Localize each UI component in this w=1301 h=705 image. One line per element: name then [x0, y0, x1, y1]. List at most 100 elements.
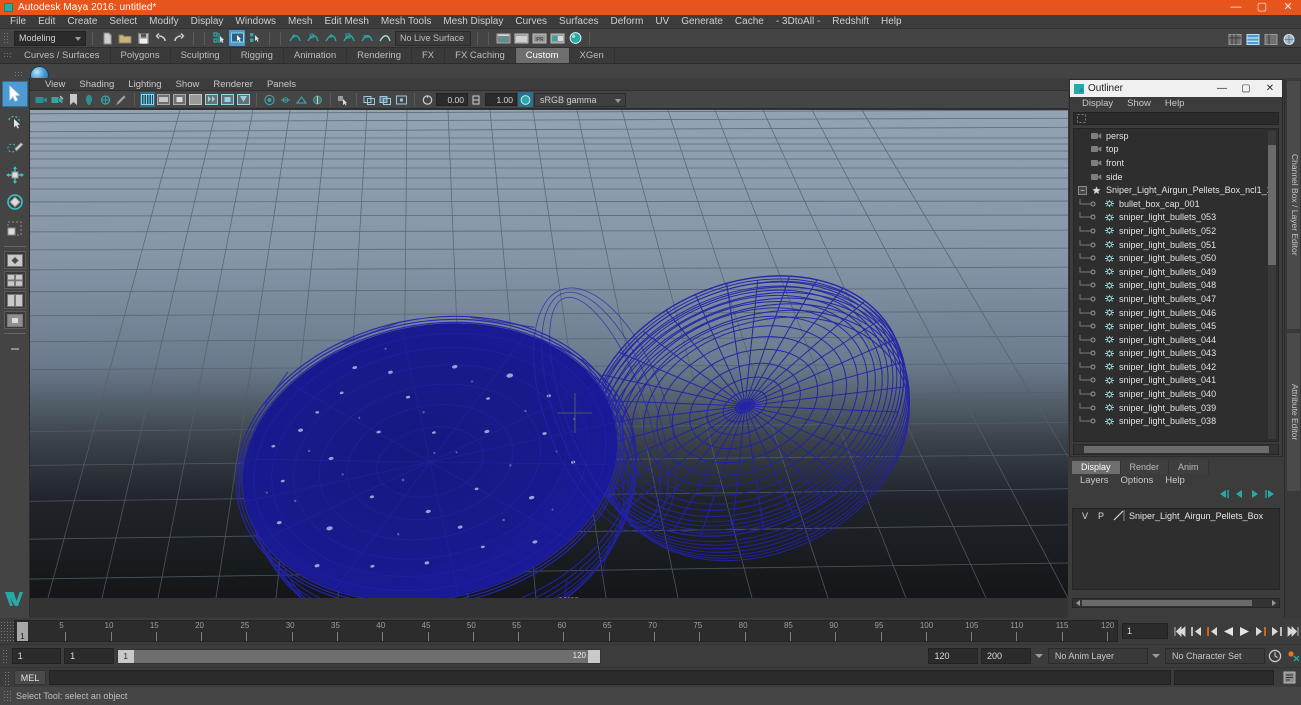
image-plane-icon[interactable]: [82, 92, 97, 107]
outliner-row[interactable]: sniper_light_bullets_047: [1074, 292, 1278, 306]
help-line-grip[interactable]: [3, 690, 12, 701]
outliner-horizontal-scrollbar[interactable]: [1073, 444, 1279, 455]
exposure-reset-icon[interactable]: [420, 92, 435, 107]
menu-mesh[interactable]: Mesh: [282, 15, 318, 29]
layer-name[interactable]: Sniper_Light_Airgun_Pellets_Box: [1129, 511, 1263, 521]
outliner-row[interactable]: sniper_light_bullets_038: [1074, 414, 1278, 428]
xray-icon[interactable]: [362, 92, 377, 107]
outliner-row[interactable]: sniper_light_bullets_046: [1074, 306, 1278, 320]
move-tool-icon[interactable]: [2, 162, 28, 188]
shelf-tab-polygons[interactable]: Polygons: [110, 48, 171, 63]
outliner-row[interactable]: persp: [1074, 129, 1278, 143]
select-object-icon[interactable]: [229, 30, 245, 46]
playback-end-field[interactable]: 200: [981, 648, 1031, 664]
vertical-tab-attribute-editor[interactable]: Attribute Editor: [1286, 332, 1301, 492]
channel-box-toggle-icon[interactable]: [1227, 31, 1243, 47]
rotate-tool-icon[interactable]: [2, 189, 28, 215]
viewport-menu-renderer[interactable]: Renderer: [206, 78, 260, 91]
move-layer-up-icon[interactable]: [1233, 489, 1245, 499]
menu-surfaces[interactable]: Surfaces: [553, 15, 604, 29]
xray-joints-icon[interactable]: [378, 92, 393, 107]
go-to-start-icon[interactable]: [1174, 625, 1187, 638]
menu-mesh-display[interactable]: Mesh Display: [437, 15, 509, 29]
outliner-close-button[interactable]: ✕: [1258, 80, 1282, 97]
script-editor-icon[interactable]: [1281, 670, 1297, 685]
anim-end-field[interactable]: 120: [928, 648, 979, 664]
outliner-row[interactable]: sniper_light_bullets_050: [1074, 251, 1278, 265]
shaded-wireframe-icon[interactable]: [172, 92, 187, 107]
wireframe-shading-icon[interactable]: [140, 92, 155, 107]
color-management-toggle-icon[interactable]: [518, 92, 533, 107]
outliner-menu-show[interactable]: Show: [1120, 97, 1158, 111]
redo-icon[interactable]: [171, 30, 187, 46]
exposure-field[interactable]: 0.00: [436, 93, 468, 106]
toolbar-grip[interactable]: [3, 31, 10, 45]
snap-grid-icon[interactable]: [287, 30, 303, 46]
command-language-button[interactable]: MEL: [14, 670, 46, 685]
time-slider[interactable]: 5 10 15 20 25 30 35 40 45 50 55 60 65 70 75 80 85 90 95 100…: [14, 620, 1118, 642]
scale-tool-icon[interactable]: [2, 216, 28, 242]
minimize-button[interactable]: —: [1223, 0, 1249, 15]
character-set-selector[interactable]: No Character Set: [1164, 648, 1265, 664]
step-forward-keyframe-icon[interactable]: [1270, 625, 1283, 638]
snap-point-icon[interactable]: [323, 30, 339, 46]
outliner-vertical-scroll-thumb[interactable]: [1268, 145, 1276, 265]
menu-help[interactable]: Help: [875, 15, 908, 29]
textured-icon[interactable]: [204, 92, 219, 107]
maximize-button[interactable]: ▢: [1249, 0, 1275, 15]
play-forwards-icon[interactable]: [1238, 625, 1251, 638]
animation-preferences-icon[interactable]: [1286, 648, 1301, 664]
quick-layout-split-vertical[interactable]: [3, 291, 26, 309]
outliner-row[interactable]: sniper_light_bullets_042: [1074, 360, 1278, 374]
time-slider-grip[interactable]: [0, 621, 14, 641]
outliner-row[interactable]: top: [1074, 143, 1278, 157]
depth-of-field-icon[interactable]: [310, 92, 325, 107]
layer-list-scroll-thumb[interactable]: [1082, 600, 1252, 606]
motion-blur-icon[interactable]: [278, 92, 293, 107]
select-hierarchy-icon[interactable]: [211, 30, 227, 46]
quick-layout-single-perspective[interactable]: [3, 251, 26, 269]
shelf-tab-fx[interactable]: FX: [412, 48, 446, 63]
shelf-tab-sculpting[interactable]: Sculpting: [170, 48, 231, 63]
snap-projected-icon[interactable]: [341, 30, 357, 46]
menu-uv[interactable]: UV: [649, 15, 675, 29]
menu-display[interactable]: Display: [185, 15, 230, 29]
current-frame-field[interactable]: 1: [1122, 623, 1168, 639]
snap-view-plane-icon[interactable]: [359, 30, 375, 46]
smooth-shade-all-icon[interactable]: [156, 92, 171, 107]
outliner-menu-display[interactable]: Display: [1075, 97, 1120, 111]
menu-edit[interactable]: Edit: [32, 15, 61, 29]
outliner-row[interactable]: sniper_light_bullets_041: [1074, 374, 1278, 388]
menu-select[interactable]: Select: [103, 15, 143, 29]
step-forward-frame-icon[interactable]: [1254, 625, 1267, 638]
shadows-icon[interactable]: [236, 92, 251, 107]
menu-deform[interactable]: Deform: [605, 15, 650, 29]
move-layer-up-fast-icon[interactable]: [1217, 489, 1229, 499]
command-result-field[interactable]: [1174, 670, 1274, 685]
layer-tab-anim[interactable]: Anim: [1169, 461, 1209, 474]
outliner-row[interactable]: − Sniper_Light_Airgun_Pellets_Box_ncl1_1: [1074, 183, 1278, 197]
shelf-tab-custom[interactable]: Custom: [515, 48, 570, 63]
step-back-frame-icon[interactable]: [1206, 625, 1219, 638]
menu-file[interactable]: File: [4, 15, 32, 29]
outliner-vertical-scrollbar[interactable]: [1268, 131, 1276, 439]
expander-icon[interactable]: −: [1078, 185, 1087, 195]
paint-select-tool-icon[interactable]: [2, 135, 28, 161]
outliner-row[interactable]: side: [1074, 170, 1278, 184]
outliner-maximize-button[interactable]: ▢: [1234, 80, 1258, 97]
toolbox-more-icon[interactable]: [2, 338, 28, 364]
flat-shade-icon[interactable]: [188, 92, 203, 107]
gamma-reset-icon[interactable]: [469, 92, 484, 107]
shelf-tab-animation[interactable]: Animation: [283, 48, 348, 63]
grease-pencil-icon[interactable]: [114, 92, 129, 107]
outliner-row[interactable]: sniper_light_bullets_044: [1074, 333, 1278, 347]
menu-cache[interactable]: Cache: [729, 15, 770, 29]
anti-alias-icon[interactable]: [294, 92, 309, 107]
shelf-tab-rendering[interactable]: Rendering: [347, 48, 412, 63]
layer-tab-render[interactable]: Render: [1120, 461, 1170, 474]
screen-space-ao-icon[interactable]: [262, 92, 277, 107]
command-input[interactable]: [49, 670, 1171, 685]
range-start-field[interactable]: 1: [11, 648, 62, 664]
menu-set-selector[interactable]: Modeling: [14, 30, 86, 46]
use-lights-icon[interactable]: [220, 92, 235, 107]
